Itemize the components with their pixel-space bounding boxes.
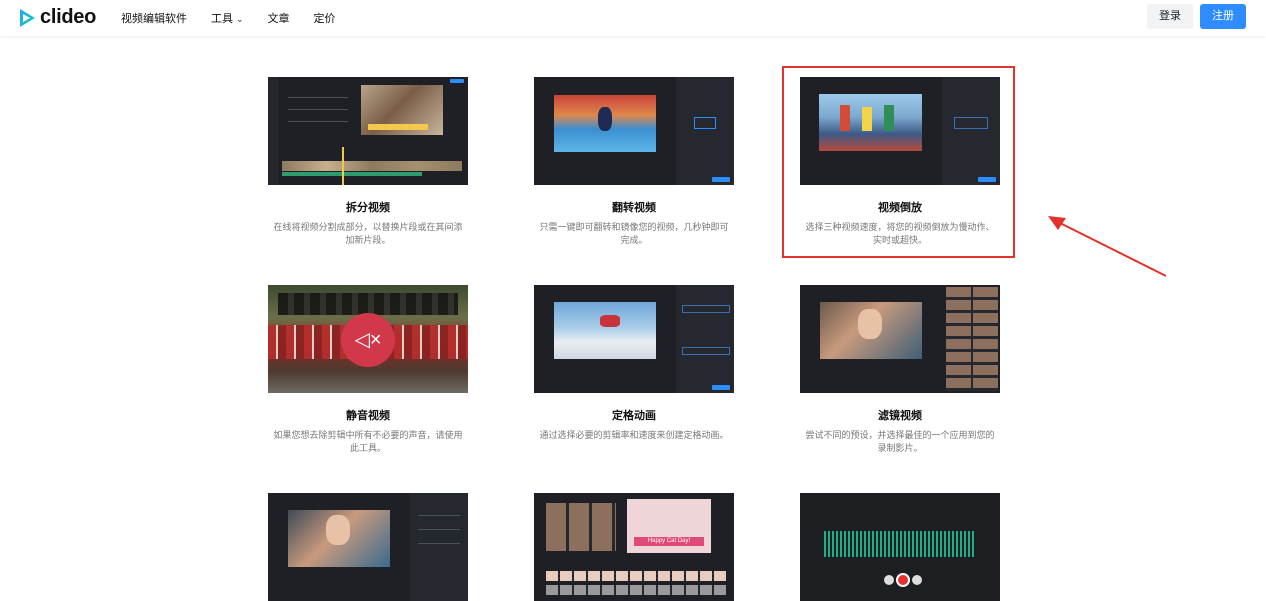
- card-title: 翻转视频: [612, 202, 656, 214]
- card-title: 拆分视频: [346, 202, 390, 214]
- chevron-down-icon: ⌄: [236, 14, 244, 24]
- nav-tools-label: 工具: [211, 13, 233, 25]
- main-nav: 视频编辑软件 工具 ⌄ 文章 定价: [121, 10, 336, 26]
- flip-video-thumbnail: [534, 77, 734, 185]
- card-description: 通过选择必要的剪辑率和速度来创建定格动画。: [539, 430, 729, 440]
- card-description: 尝试不同的预设，并选择最佳的一个应用到您的录制影片。: [805, 430, 995, 453]
- highlight-box: [782, 66, 1015, 258]
- logo-play-icon: [20, 8, 35, 27]
- tool-card-adjust-video[interactable]: [268, 493, 468, 601]
- card-description: 如果您想去除剪辑中所有不必要的声音，请使用此工具。: [273, 430, 463, 453]
- stop-motion-thumbnail: [534, 285, 734, 393]
- nav-tools[interactable]: 工具 ⌄: [211, 10, 244, 26]
- card-title: 定格动画: [612, 410, 656, 422]
- red-arrow-annotation: [1048, 216, 1167, 277]
- top-header: clideo 视频编辑软件 工具 ⌄ 文章 定价 登录 注册: [0, 0, 1266, 36]
- collage-video-thumbnail: Happy Cat Day!: [534, 493, 734, 601]
- happy-cat-day-label: Happy Cat Day!: [634, 537, 704, 546]
- signup-button[interactable]: 注册: [1200, 4, 1246, 29]
- card-description: 只需一键即可翻转和镜像您的视频，几秒钟即可完成。: [539, 222, 729, 245]
- tool-card-collage-video[interactable]: Happy Cat Day!: [534, 493, 734, 601]
- login-button[interactable]: 登录: [1147, 4, 1193, 29]
- mute-speaker-icon: ◁×: [341, 313, 395, 367]
- tool-card-stop-motion[interactable]: 定格动画 通过选择必要的剪辑率和速度来创建定格动画。: [534, 285, 734, 442]
- mute-video-thumbnail: ◁×: [268, 285, 468, 393]
- card-title: 滤镜视频: [878, 410, 922, 422]
- split-video-thumbnail: [268, 77, 468, 185]
- nav-pricing[interactable]: 定价: [314, 10, 336, 26]
- nav-video-editor[interactable]: 视频编辑软件: [121, 10, 187, 26]
- tool-card-flip-video[interactable]: 翻转视频 只需一键即可翻转和镜像您的视频，几秒钟即可完成。: [534, 77, 734, 247]
- nav-articles[interactable]: 文章: [268, 10, 290, 26]
- tool-card-audio-video[interactable]: [800, 493, 1000, 601]
- logo-text: clideo: [40, 6, 96, 28]
- card-title: 静音视频: [346, 410, 390, 422]
- tool-card-split-video[interactable]: 拆分视频 在线将视频分割成部分，以替换片段或在其间添加新片段。: [268, 77, 468, 247]
- adjust-video-thumbnail: [268, 493, 468, 601]
- clideo-logo[interactable]: clideo: [18, 6, 96, 29]
- tool-card-mute-video[interactable]: ◁× 静音视频 如果您想去除剪辑中所有不必要的声音，请使用此工具。: [268, 285, 468, 455]
- filter-video-thumbnail: [800, 285, 1000, 393]
- tool-card-filter-video[interactable]: 滤镜视频 尝试不同的预设，并选择最佳的一个应用到您的录制影片。: [800, 285, 1000, 455]
- card-description: 在线将视频分割成部分，以替换片段或在其间添加新片段。: [273, 222, 463, 245]
- audio-video-thumbnail: [800, 493, 1000, 601]
